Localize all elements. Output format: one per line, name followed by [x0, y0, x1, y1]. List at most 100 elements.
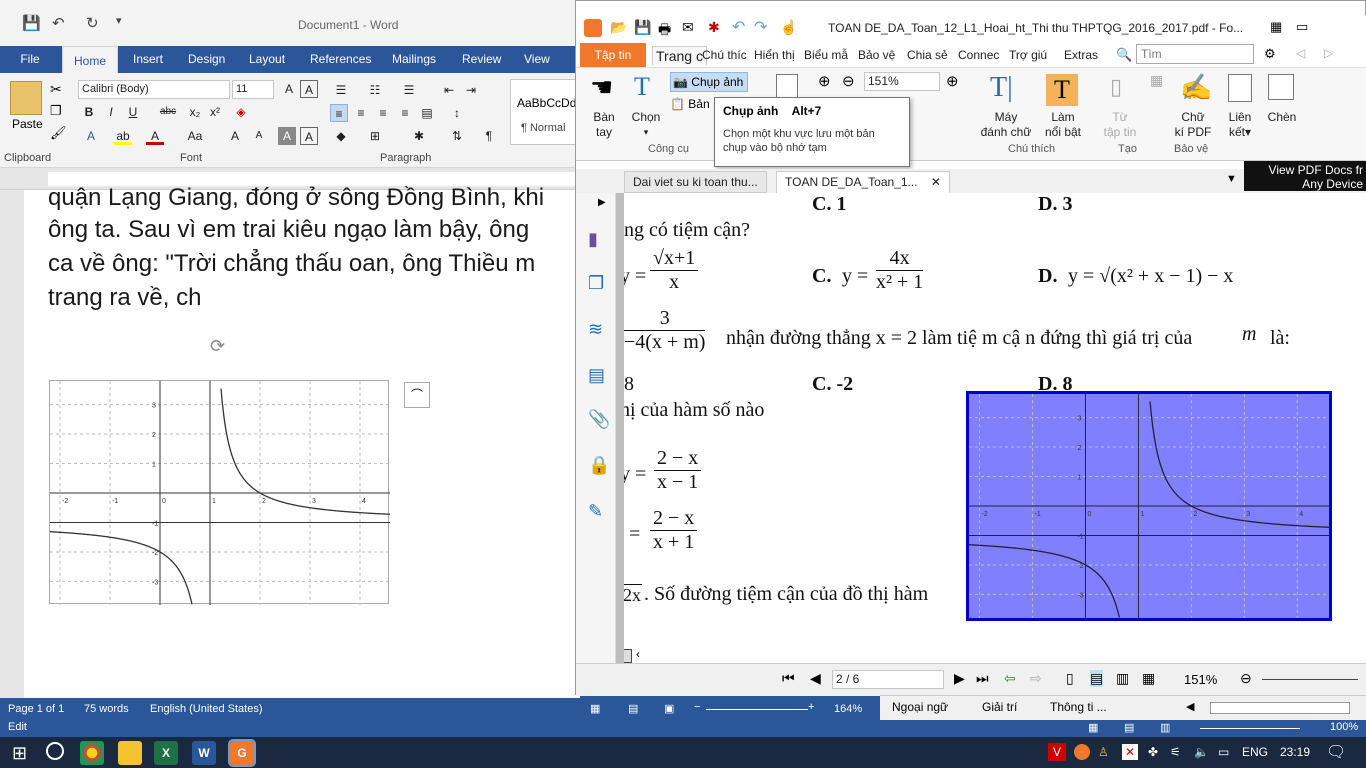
tab-form[interactable]: Biểu mẫ — [804, 48, 848, 62]
create-small-icons[interactable]: ▦ — [1150, 72, 1163, 89]
tray-keyboard-icon[interactable]: ▭ — [1218, 745, 1229, 759]
print-icon[interactable]: 🖶 — [658, 19, 671, 43]
tab-layout[interactable]: Layout — [249, 52, 285, 66]
tray-x-icon[interactable]: ✕ — [1122, 744, 1138, 760]
nav-zoom-value[interactable]: 151% — [1184, 672, 1217, 687]
status-page[interactable]: Page 1 of 1 — [8, 703, 64, 715]
tab-home[interactable]: Trang c — [652, 46, 707, 65]
link-icon[interactable] — [1228, 74, 1252, 102]
tab-insert[interactable]: Insert — [133, 52, 163, 66]
tab-home[interactable]: Home — [62, 46, 118, 73]
clipboard-icon[interactable] — [10, 81, 42, 115]
tray-orange-icon[interactable] — [1074, 744, 1090, 760]
zoom-out-icon[interactable]: ⊖ — [842, 72, 855, 90]
paste-button[interactable]: Paste — [12, 117, 43, 131]
expand-pane-icon[interactable]: ▶ — [598, 197, 606, 208]
tray-language[interactable]: ENG — [1242, 745, 1268, 759]
tab-mailings[interactable]: Mailings — [392, 52, 436, 66]
layers-icon[interactable]: ≋ — [588, 319, 603, 340]
font-size-combo[interactable]: 11 — [232, 80, 274, 99]
vertical-ruler[interactable] — [0, 190, 24, 698]
excel-icon[interactable]: X — [154, 741, 178, 765]
tray-user-icon[interactable]: ♙ — [1098, 745, 1109, 759]
show-marks-icon[interactable]: ¶ — [480, 127, 498, 145]
style-normal[interactable]: ¶ Normal — [521, 122, 565, 134]
last-page-icon[interactable]: ⏭ — [976, 670, 989, 687]
restore-icon[interactable]: ▭ — [1296, 19, 1308, 35]
grow-font2-icon[interactable]: A — [226, 127, 244, 145]
redo-icon[interactable]: ↻ — [86, 14, 99, 32]
word-zoom-value[interactable]: 164% — [834, 703, 862, 715]
prev-icon[interactable]: ◁ — [1296, 46, 1305, 60]
continuous-icon[interactable]: ▤ — [1090, 670, 1104, 687]
increase-indent-icon[interactable]: ⇥ — [462, 81, 480, 99]
typewriter-icon[interactable]: T| — [990, 72, 1013, 104]
snapshot-button[interactable]: 📷 Chụp ảnh — [670, 72, 748, 92]
undo-icon[interactable]: ↶ — [52, 14, 65, 32]
line-spacing-icon[interactable]: ↕ — [448, 104, 466, 122]
bullets-icon[interactable]: ☰ — [332, 81, 350, 99]
tab-review[interactable]: Review — [462, 52, 501, 66]
tab-references[interactable]: References — [310, 52, 371, 66]
subscript-icon[interactable]: x₂ — [186, 103, 204, 121]
tab-connect[interactable]: Connec — [958, 48, 999, 62]
tray-dropbox-icon[interactable]: ✤ — [1148, 745, 1158, 759]
from-file-icon[interactable]: ▯ — [1110, 74, 1122, 100]
file-explorer-icon[interactable] — [118, 741, 142, 765]
align-left-icon[interactable]: ≡ — [330, 104, 348, 122]
distributed-icon[interactable]: ▤ — [418, 104, 436, 122]
tab-file[interactable]: Tập tin — [580, 43, 646, 67]
strikethrough-icon[interactable]: abc — [154, 103, 182, 121]
sign-pdf-button[interactable]: Chữ kí PDF — [1172, 110, 1214, 140]
chrome-icon[interactable] — [80, 741, 104, 765]
from-file-button[interactable]: Từ tập tin — [1100, 110, 1140, 140]
snapshot-selection[interactable]: -2 -1 0 1 2 3 4 3 2 1 -1 -2 -3 — [966, 391, 1332, 621]
doc-tab-1[interactable]: Dai viet su ki toan thu... — [624, 171, 767, 193]
grow-font-icon[interactable]: A — [280, 80, 298, 98]
tray-clock[interactable]: 23:19 — [1280, 745, 1310, 759]
first-page-icon[interactable]: ⏮ — [782, 670, 795, 687]
sign-pdf-icon[interactable]: ✍ — [1180, 72, 1212, 103]
link-button[interactable]: Liên kết▾ — [1222, 110, 1258, 140]
sort-icon[interactable]: ⇅ — [448, 127, 466, 145]
word-zoom-slider[interactable] — [706, 709, 808, 710]
multilevel-list-icon[interactable]: ☰ — [400, 81, 418, 99]
nav-zoom-out-icon[interactable]: ⊖ — [1240, 670, 1252, 687]
tab-view[interactable]: View — [524, 52, 550, 66]
tab-extras[interactable]: Extras — [1064, 48, 1098, 62]
read-mode-icon[interactable]: ▦ — [590, 702, 600, 715]
tab-comment[interactable]: Chú thíc — [702, 48, 747, 62]
zoom-combo[interactable]: 151% — [864, 72, 940, 91]
bg-tab-3[interactable]: Thông ti ... — [1050, 700, 1107, 714]
signatures-icon[interactable]: ✎ — [588, 501, 603, 522]
tab-help[interactable]: Trợ giú — [1009, 48, 1047, 62]
tray-v-icon[interactable]: V — [1048, 743, 1066, 761]
pages-icon[interactable]: ❐ — [588, 273, 604, 294]
cut-icon[interactable]: ✂ — [50, 81, 62, 98]
highlight-button[interactable]: Làm nổi bật — [1038, 110, 1088, 140]
clipboard-button[interactable]: 📋 Bản — [670, 96, 716, 114]
insert-button[interactable]: Chèn — [1264, 110, 1300, 125]
next-view-icon[interactable]: ⇨ — [1030, 670, 1042, 687]
tab-file[interactable]: File — [0, 46, 60, 73]
scroll-left-icon[interactable]: ‹ — [636, 647, 640, 661]
prev-page-icon[interactable]: ◀ — [810, 670, 821, 687]
decrease-indent-icon[interactable]: ⇤ — [440, 81, 458, 99]
tray-network-icon[interactable]: ⚟ — [1170, 745, 1181, 759]
copy-icon[interactable]: ❐ — [50, 103, 62, 119]
tab-protect[interactable]: Bảo vệ — [858, 48, 895, 62]
justify-icon[interactable]: ≡ — [396, 104, 414, 122]
tray-volume-icon[interactable]: 🔈 — [1194, 745, 1209, 759]
numbering-icon[interactable]: ☷ — [366, 81, 384, 99]
change-case-icon[interactable]: Aa — [180, 127, 210, 145]
inserted-graph-image[interactable]: -2 -1 0 1 2 3 4 3 2 1 -1 -2 -3 — [49, 380, 391, 605]
bg-tab-2[interactable]: Giải trí — [982, 700, 1017, 714]
tab-view[interactable]: Hiển thị — [754, 48, 795, 62]
next-page-icon[interactable]: ▶ — [954, 670, 965, 687]
superscript-icon[interactable]: x² — [206, 103, 224, 121]
char-shading-icon[interactable]: A — [278, 127, 296, 145]
tab-share[interactable]: Chia sẻ — [907, 48, 948, 62]
save-icon[interactable]: 💾 — [22, 14, 41, 32]
highlight-eraser-icon[interactable]: ◈ — [232, 103, 250, 121]
asian-layout-icon[interactable]: ✱ — [410, 127, 428, 145]
